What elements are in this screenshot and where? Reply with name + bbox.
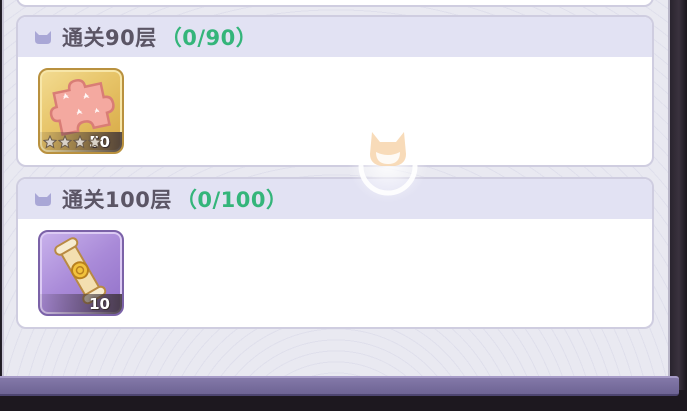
cat-head-icon — [35, 31, 51, 44]
cat-head-icon — [35, 193, 51, 206]
reward-card-floor-100: 通关100层 （0/100） 10 — [16, 177, 654, 329]
star-icon — [73, 135, 87, 149]
cat-loading-icon — [348, 123, 428, 203]
star-icon — [88, 135, 102, 149]
previous-reward-card — [16, 0, 654, 7]
reward-card-floor-90: 通关90层 （0/90） 50 — [16, 15, 654, 167]
item-count-bar: 10 — [40, 294, 122, 314]
reward-card-progress: （0/100） — [175, 188, 288, 212]
reward-card-progress: （0/90） — [160, 26, 258, 50]
reward-card-header: 通关90层 （0/90） — [18, 17, 652, 57]
reward-card-header: 通关100层 （0/100） — [18, 179, 652, 219]
reward-item-slot[interactable]: 10 — [38, 230, 124, 316]
panel-bottom-frame — [0, 376, 679, 396]
star-icon — [58, 135, 72, 149]
item-star-rating — [43, 135, 102, 149]
star-icon — [43, 135, 57, 149]
reward-card-title: 通关90层 — [62, 26, 157, 50]
reward-item-slot[interactable]: 50 — [38, 68, 124, 154]
reward-card-title: 通关100层 — [62, 188, 172, 212]
item-count: 10 — [89, 295, 110, 313]
